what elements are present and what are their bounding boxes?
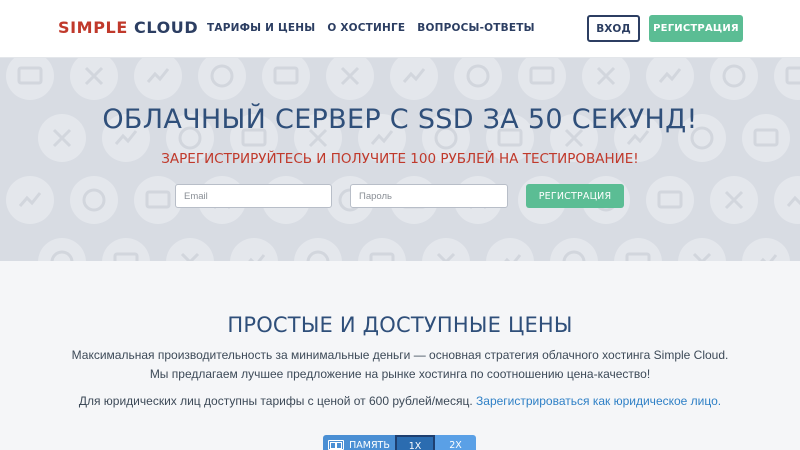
pricing-description-1: Максимальная производительность за миним… (71, 348, 729, 362)
hero-pattern-tile (294, 238, 342, 261)
hero-pattern-tile (678, 238, 726, 261)
logo-cloud: CLOUD (134, 18, 199, 37)
site-header: SIMPLE CLOUD ТАРИФЫ И ЦЕНЫ О ХОСТИНГЕ ВО… (0, 0, 800, 58)
hero-pattern-tile (582, 58, 630, 100)
hero-pattern-tile (742, 238, 790, 261)
header-register-button[interactable]: РЕГИСТРАЦИЯ (649, 15, 743, 42)
pricing-legal-note: Для юридических лиц доступны тарифы с це… (0, 394, 800, 408)
hero-pattern-tile (262, 58, 310, 100)
hero-pattern-tile (518, 58, 566, 100)
hero-pattern-tile (70, 176, 118, 224)
nav-link-tariffs[interactable]: ТАРИФЫ И ЦЕНЫ (207, 22, 315, 34)
legal-note-text: Для юридических лиц доступны тарифы с це… (78, 394, 473, 408)
nav-link-faq[interactable]: ВОПРОСЫ-ОТВЕТЫ (417, 22, 534, 34)
hero-pattern-tile (614, 238, 662, 261)
hero-pattern-tile (646, 58, 694, 100)
register-legal-entity-link[interactable]: Зарегистрироваться как юридическое лицо. (476, 394, 721, 408)
hero-pattern-tile (102, 238, 150, 261)
hero-subtitle: ЗАРЕГИСТРИРУЙТЕСЬ И ПОЛУЧИТЕ 100 РУБЛЕЙ … (161, 151, 639, 167)
hero-pattern-tile (454, 58, 502, 100)
hero-pattern-tile (550, 238, 598, 261)
hero-pattern-tile (422, 238, 470, 261)
memory-toggle-label: ПАМЯТЬ (323, 435, 395, 450)
hero-pattern-tile (70, 58, 118, 100)
hero-pattern-tile (134, 58, 182, 100)
hero-pattern-tile (774, 176, 800, 224)
hero-pattern-tile (230, 238, 278, 261)
hero-pattern-tile (326, 58, 374, 100)
hero-pattern-tile (710, 58, 758, 100)
hero-pattern-tile (38, 238, 86, 261)
pricing-title: ПРОСТЫЕ И ДОСТУПНЫЕ ЦЕНЫ (227, 313, 573, 337)
nav-link-about[interactable]: О ХОСТИНГЕ (327, 22, 405, 34)
hero-register-button[interactable]: РЕГИСТРАЦИЯ (526, 184, 624, 208)
pricing-description-2: Мы предлагаем лучшее предложение на рынк… (149, 367, 651, 381)
hero-pattern-tile (6, 58, 54, 100)
login-button[interactable]: ВХОД (587, 15, 640, 42)
hero-pattern-tile (646, 176, 694, 224)
hero-pattern-tile (486, 238, 534, 261)
memory-option-1x[interactable]: 1X (395, 435, 435, 450)
logo-simple: SIMPLE (58, 18, 128, 37)
main-nav: ТАРИФЫ И ЦЕНЫ О ХОСТИНГЕ ВОПРОСЫ-ОТВЕТЫ (207, 22, 535, 34)
hero-pattern-tile (198, 58, 246, 100)
password-input[interactable] (350, 184, 508, 208)
hero-pattern-tile (166, 238, 214, 261)
hero-title: ОБЛАЧНЫЙ СЕРВЕР С SSD ЗА 50 СЕКУНД! (102, 104, 698, 135)
email-input[interactable] (175, 184, 332, 208)
hero-pattern-tile (774, 58, 800, 100)
memory-label: ПАМЯТЬ (349, 439, 390, 450)
hero-pattern-tile (6, 176, 54, 224)
hero-pattern-tile (390, 58, 438, 100)
memory-option-2x[interactable]: 2X (435, 435, 476, 450)
hero-pattern-tile (358, 238, 406, 261)
site-logo[interactable]: SIMPLE CLOUD (58, 18, 198, 37)
memory-icon (328, 440, 345, 450)
hero-pattern-tile (710, 176, 758, 224)
